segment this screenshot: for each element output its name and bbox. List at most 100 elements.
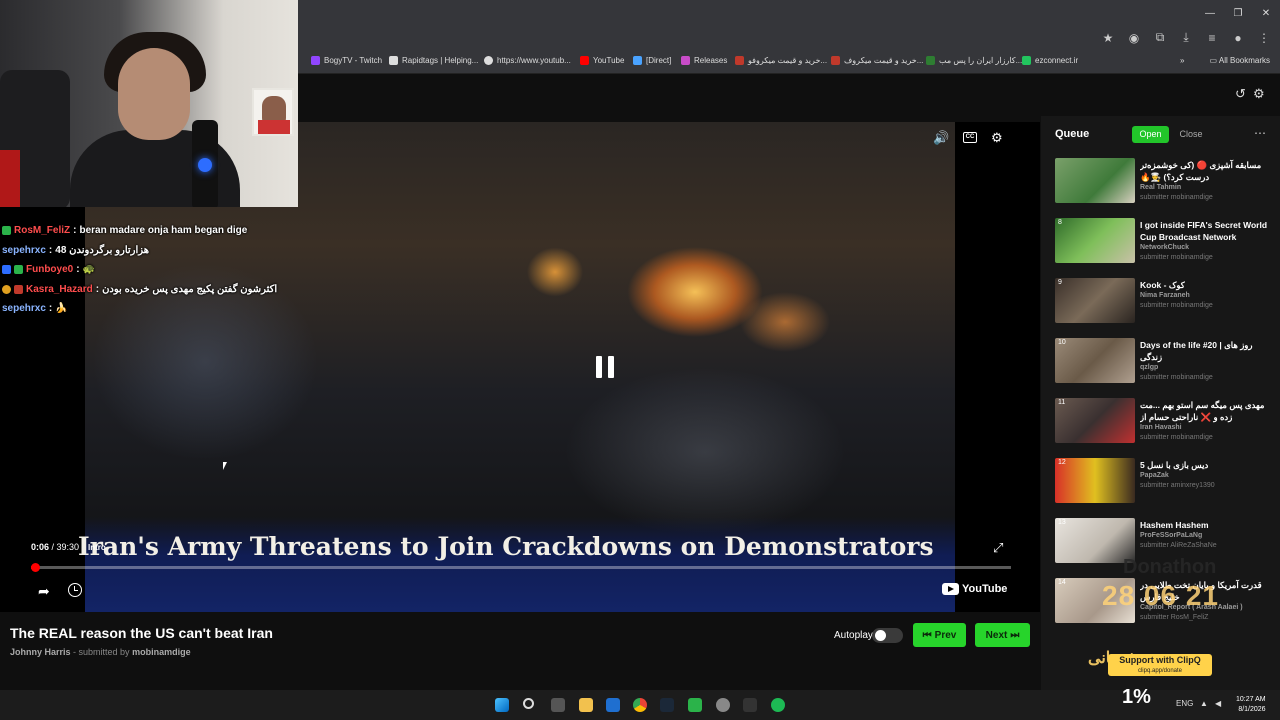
settings-sliders-icon[interactable]: ⚙	[1253, 86, 1265, 102]
app-icon[interactable]	[606, 698, 620, 712]
language-indicator[interactable]: ENG	[1176, 699, 1193, 708]
chair-accent	[0, 150, 20, 207]
queue-number: 10	[1058, 339, 1066, 346]
chat-badge-icon	[14, 265, 23, 275]
obs-icon[interactable]	[716, 698, 730, 712]
chat-overlay: RosM_FeliZ : beran madare onja ham began…	[2, 221, 302, 319]
windows-start-icon[interactable]	[495, 698, 509, 712]
steam-icon[interactable]	[660, 698, 674, 712]
close-window-icon[interactable]: ✕	[1252, 0, 1280, 26]
queue-thumbnail	[1055, 218, 1135, 263]
captions-icon[interactable]: CC	[963, 132, 977, 143]
bookmark-item[interactable]: [Direct]	[633, 56, 671, 65]
watch-later-icon[interactable]	[68, 583, 82, 597]
overlay-percent: 1%	[1122, 686, 1151, 708]
queue-number: 11	[1058, 399, 1066, 406]
donathon-label: Donathon	[1123, 556, 1217, 578]
queue-open-button[interactable]: Open	[1132, 126, 1169, 143]
profile-avatar-icon[interactable]: ●	[1230, 31, 1246, 45]
bookmarks-overflow-icon[interactable]: »	[1180, 56, 1184, 65]
bookmark-item[interactable]: YouTube	[580, 56, 624, 65]
time-display: 0:06 / 39:30	[31, 542, 80, 552]
queue-item-channel: PapaZak	[1140, 472, 1169, 479]
search-icon[interactable]	[523, 698, 534, 709]
clipq-url: clipq.app/donate	[1137, 668, 1183, 674]
download-icon[interactable]: ⤓	[1178, 30, 1194, 45]
bookmark-label: کارزار ایران را پس مب...	[939, 56, 1023, 65]
bookmark-item[interactable]: ezconnect.ir	[1022, 56, 1078, 65]
media-control-icon[interactable]: ≡	[1204, 31, 1220, 45]
queue-item-submitter: submitter mobinamdige	[1140, 374, 1213, 381]
queue-close-button[interactable]: Close	[1175, 126, 1207, 143]
progress-knob[interactable]	[30, 563, 40, 572]
progress-bar[interactable]	[30, 563, 1011, 572]
next-button[interactable]: Next ⏭	[975, 623, 1030, 647]
volume-icon[interactable]: 🔊	[933, 130, 949, 146]
queue-item[interactable]: 11 مهدی پس میگه سم استو بهم ...مت زده و …	[1055, 398, 1275, 454]
task-view-icon[interactable]	[551, 698, 565, 712]
channel-name[interactable]: Johnny Harris	[10, 647, 71, 657]
bookmark-item[interactable]: https://www.youtub...	[484, 56, 571, 65]
fullscreen-icon[interactable]: ⤢	[993, 540, 1003, 556]
chapter-label[interactable]: Intro	[88, 543, 106, 552]
bookmark-item[interactable]: Releases	[681, 56, 727, 65]
queue-item-channel: Iran Havashi	[1140, 424, 1182, 431]
chat-username: Kasra_Hazard	[26, 283, 93, 295]
queue-thumbnail	[1055, 398, 1135, 443]
queue-item[interactable]: 12 دیس بازی با نسل 5 PapaZak submitter a…	[1055, 458, 1275, 514]
chrome-icon[interactable]	[633, 698, 647, 712]
minimize-icon[interactable]: —	[1196, 0, 1224, 26]
queue-number: 8	[1058, 219, 1062, 226]
puzzle-icon[interactable]: ⧉	[1152, 30, 1168, 45]
queue-item[interactable]: مسابقه آشپزی 🔴 (کی خوشمزه‌تر درست کرد؟) …	[1055, 158, 1275, 214]
history-icon[interactable]: ↺	[1235, 86, 1246, 102]
chat-text: 🍌	[55, 303, 68, 315]
queue-item-title: مسابقه آشپزی 🔴 (کی خوشمزه‌تر درست کرد؟) …	[1140, 160, 1262, 182]
submitted-by-label: submitted by	[78, 647, 130, 657]
chat-message: sepehrxc : 48 هزارتارو برگردوندن	[2, 244, 150, 256]
maximize-icon[interactable]: ❐	[1224, 0, 1252, 26]
queue-thumbnail	[1055, 278, 1135, 323]
chat-message: Funboye0 : 🐢	[2, 260, 302, 280]
extension-icon[interactable]: ◉	[1126, 31, 1142, 45]
video-caption: Iran's Army Threatens to Join Crackdowns…	[78, 532, 934, 561]
chat-message: RosM_FeliZ : beran madare onja ham began…	[2, 221, 302, 241]
chat-username: sepehrxc	[2, 303, 46, 315]
app-icon[interactable]	[688, 698, 702, 712]
bookmark-item[interactable]: خرید و قیمت میکروف...	[831, 56, 923, 65]
bookmark-label: https://www.youtub...	[497, 56, 571, 65]
chat-username: Funboye0	[26, 264, 74, 276]
volume-tray-icon[interactable]: ◀	[1215, 699, 1221, 708]
system-clock[interactable]: 10:27 AM 8/1/2026	[1236, 695, 1266, 715]
file-explorer-icon[interactable]	[579, 698, 593, 712]
chat-badge-icon	[2, 265, 11, 275]
queue-item[interactable]: 9 Kook - کوک Nima Farzaneh submitter mob…	[1055, 278, 1275, 334]
settings-gear-icon[interactable]: ⚙	[991, 130, 1003, 146]
clock-date: 8/1/2026	[1238, 706, 1266, 713]
streamer-face	[118, 48, 190, 140]
share-icon[interactable]: ➦	[38, 583, 50, 600]
prev-button[interactable]: ⏮ Prev	[913, 623, 966, 647]
bookmark-item[interactable]: خرید و قیمت میکروفو...	[735, 56, 827, 65]
bookmark-item[interactable]: BogyTV - Twitch	[311, 56, 382, 65]
queue-item[interactable]: 10 Days of the life #20 | روز های زندگی …	[1055, 338, 1275, 394]
chat-badge-icon	[2, 284, 11, 294]
pause-icon[interactable]	[596, 356, 614, 378]
spotify-icon[interactable]	[771, 698, 785, 712]
browser-menu-icon[interactable]: ⋮	[1256, 31, 1272, 45]
time-current: 0:06	[31, 542, 50, 552]
bookmark-star-icon[interactable]: ★	[1100, 31, 1116, 45]
windows-taskbar: ENG ▲ ◀	[0, 690, 1280, 720]
queue-item-channel: qzlgp	[1140, 364, 1159, 371]
queue-item-channel: ProFeSSorPaLaNg	[1140, 532, 1203, 539]
network-icon[interactable]: ▲	[1200, 699, 1208, 708]
all-bookmarks[interactable]: ▭ All Bookmarks	[1210, 56, 1270, 65]
queue-item[interactable]: 8 I got inside FIFA's Secret World Cup B…	[1055, 218, 1275, 274]
bookmark-item[interactable]: کارزار ایران را پس مب...	[926, 56, 1022, 65]
bookmark-label: ezconnect.ir	[1035, 56, 1079, 65]
autoplay-toggle[interactable]	[872, 628, 903, 643]
app-icon[interactable]	[743, 698, 757, 712]
youtube-logo[interactable]: YouTube	[942, 583, 1007, 595]
more-options-icon[interactable]: ⋯	[1254, 126, 1266, 140]
bookmark-item[interactable]: Rapidtags | Helping...	[389, 56, 478, 65]
